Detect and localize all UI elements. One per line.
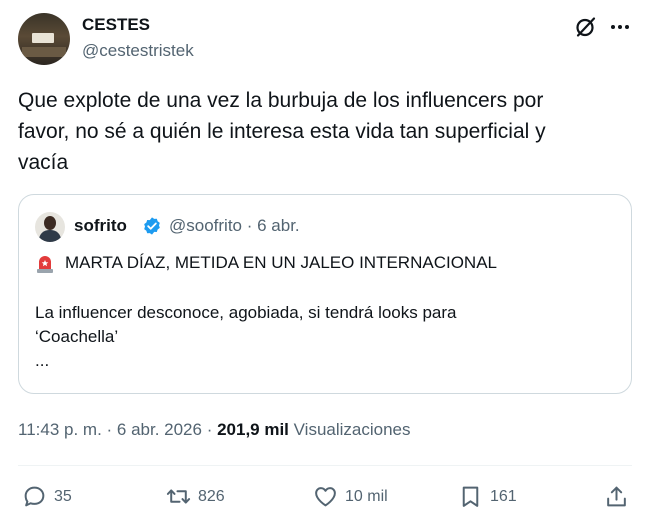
more-icon[interactable] [608,15,632,39]
share-icon [607,486,626,507]
quoted-headline: MARTA DÍAZ, METIDA EN UN JALEO INTERNACI… [35,252,497,274]
reply-button[interactable]: 35 [22,484,72,509]
like-button[interactable]: 10 mil [313,484,388,509]
quoted-author-name[interactable]: sofrito [74,216,127,236]
divider [18,465,632,466]
quoted-tweet-card[interactable]: sofrito @soofrito · 6 abr. MARTA DÍAZ, M… [18,194,632,394]
quoted-headline-text: MARTA DÍAZ, METIDA EN UN JALEO INTERNACI… [65,253,497,272]
bookmark-icon [462,486,479,507]
quoted-body-text: La influencer desconoce, agobiada, si te… [35,303,457,370]
like-count: 10 mil [345,487,388,505]
avatar-shoulders [39,230,61,242]
quoted-author-avatar[interactable] [35,212,65,242]
author-handle[interactable]: @cestestristek [82,41,194,61]
repost-icon [166,489,191,504]
repost-count: 826 [198,487,225,505]
heart-icon [315,487,336,507]
tweet-timestamp[interactable]: 11:43 p. m. · 6 abr. 2026 · [18,420,217,439]
author-name[interactable]: CESTES [82,15,150,35]
tweet-text: Que explote de una vez la burbuja de los… [18,89,546,174]
views-label: Visualizaciones [288,420,411,439]
repost-button[interactable]: 826 [166,484,225,509]
reply-icon [24,486,45,507]
grok-icon[interactable] [574,15,598,39]
verified-badge-icon [144,217,160,235]
reply-count: 35 [54,487,72,505]
bookmark-button[interactable]: 161 [458,484,517,509]
author-avatar[interactable] [18,13,70,65]
share-button[interactable] [604,484,636,509]
siren-icon [37,256,53,273]
bookmark-count: 161 [490,487,517,505]
quoted-handle-date[interactable]: @soofrito · 6 abr. [169,216,300,236]
avatar-head [44,216,56,230]
tweet-metadata: 11:43 p. m. · 6 abr. 2026 · 201,9 mil Vi… [18,420,411,440]
avatar-sign [32,33,54,43]
avatar-background [22,47,66,57]
views-count: 201,9 mil [217,420,289,439]
